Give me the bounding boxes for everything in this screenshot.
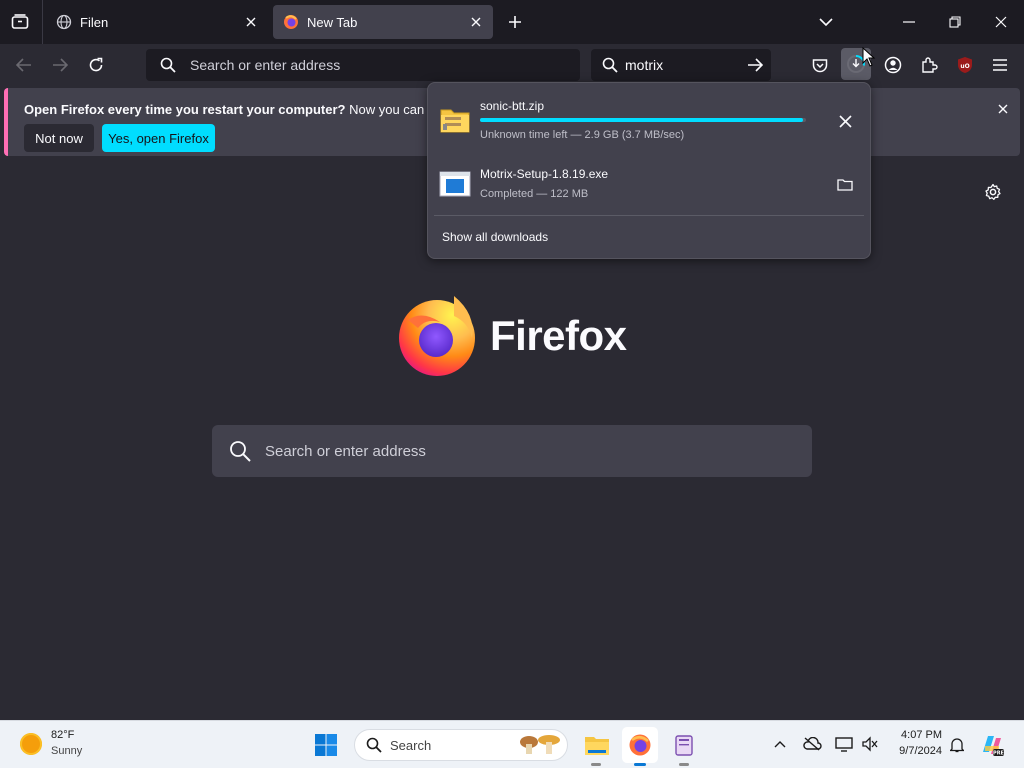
weather-description[interactable]: Sunny [51, 745, 82, 757]
show-all-downloads-link[interactable]: Show all downloads [442, 230, 548, 244]
mushroom-search-highlight-icon [517, 734, 561, 756]
newtab-search-input[interactable]: Search or enter address [212, 425, 812, 477]
download-status: Completed — 122 MB [480, 188, 589, 200]
notification-bell-icon[interactable] [946, 734, 968, 756]
tab-strip: Filen New Tab [0, 0, 1024, 44]
search-icon [158, 55, 178, 75]
chevron-up-icon[interactable] [771, 735, 789, 753]
mouse-cursor-icon [862, 46, 876, 67]
tab-title: Filen [80, 14, 109, 30]
tab-new-tab[interactable]: New Tab [273, 5, 493, 39]
reload-icon[interactable] [84, 54, 108, 76]
newtab-search-placeholder: Search or enter address [265, 442, 426, 460]
tab-title: New Tab [307, 14, 358, 30]
volume-muted-icon[interactable] [859, 734, 881, 754]
search-icon [365, 736, 383, 754]
zip-file-icon [440, 105, 470, 133]
search-query: motrix [625, 57, 664, 73]
download-filename: Motrix-Setup-1.8.19.exe [480, 167, 609, 181]
search-icon [601, 55, 619, 75]
close-tab-icon[interactable] [242, 13, 260, 31]
svg-text:uO: uO [960, 63, 969, 70]
firefox-icon [283, 14, 299, 30]
windows-start-icon[interactable] [313, 732, 339, 758]
download-filename: sonic-btt.zip [480, 99, 545, 113]
url-placeholder: Search or enter address [190, 57, 341, 73]
back-icon[interactable] [12, 54, 36, 76]
open-folder-icon[interactable] [834, 173, 856, 195]
clock-time[interactable]: 4:07 PM [880, 729, 942, 741]
active-indicator [634, 763, 646, 766]
file-explorer-icon[interactable] [582, 730, 612, 760]
list-all-tabs-icon[interactable] [8, 11, 32, 33]
running-indicator [679, 763, 689, 766]
cancel-download-icon[interactable] [834, 110, 856, 132]
copilot-icon[interactable]: PRE [978, 731, 1006, 759]
firefox-wordmark: Firefox [490, 312, 627, 359]
notification-message: Open Firefox every time you restart your… [24, 102, 428, 117]
chevron-down-icon[interactable] [814, 11, 838, 33]
ublock-origin-icon[interactable]: uO [953, 54, 977, 76]
minimize-icon[interactable] [896, 11, 922, 33]
not-now-button[interactable]: Not now [24, 124, 94, 152]
notification-bold-text: Open Firefox every time you restart your… [24, 102, 346, 117]
close-window-icon[interactable] [988, 11, 1014, 33]
extensions-icon[interactable] [917, 54, 941, 76]
globe-icon [56, 14, 72, 30]
exe-file-icon [439, 171, 471, 197]
download-item[interactable]: sonic-btt.zip Unknown time left — 2.9 GB… [434, 91, 864, 149]
hamburger-menu-icon[interactable] [988, 54, 1012, 76]
tab-divider [42, 0, 43, 44]
gear-icon[interactable] [980, 180, 1006, 204]
sun-weather-icon [20, 733, 42, 755]
clock-date[interactable]: 9/7/2024 [880, 745, 942, 757]
weather-temperature[interactable]: 82°F [51, 729, 74, 741]
search-icon [228, 439, 252, 463]
network-icon[interactable] [833, 734, 855, 754]
search-bar[interactable]: motrix [591, 49, 771, 81]
notepad-app-icon[interactable] [669, 730, 699, 760]
svg-text:PRE: PRE [993, 751, 1005, 757]
forward-icon[interactable] [48, 54, 72, 76]
restore-icon[interactable] [942, 11, 968, 33]
close-notification-icon[interactable] [992, 98, 1014, 120]
firefox-logo-icon [396, 292, 478, 378]
tab-filen[interactable]: Filen [46, 5, 268, 39]
download-progress-fill [480, 118, 803, 122]
download-item[interactable]: Motrix-Setup-1.8.19.exe Completed — 122 … [434, 159, 864, 211]
notification-body-text: Now you can set Fire [349, 102, 428, 117]
account-icon[interactable] [881, 54, 905, 76]
windows-taskbar: 82°F Sunny Search 4:07 PM 9/7/2024 PRE [0, 720, 1024, 768]
downloads-panel: sonic-btt.zip Unknown time left — 2.9 GB… [427, 82, 871, 259]
taskbar-search-box[interactable]: Search [354, 729, 568, 761]
new-tab-icon[interactable] [503, 11, 527, 33]
panel-divider [434, 215, 864, 216]
firefox-taskbar-icon[interactable] [622, 727, 658, 763]
close-tab-icon[interactable] [467, 13, 485, 31]
taskbar-search-label: Search [390, 737, 432, 753]
running-indicator [591, 763, 601, 766]
go-arrow-icon[interactable] [745, 55, 765, 75]
pocket-icon[interactable] [808, 54, 832, 76]
download-progress-bar [480, 118, 806, 122]
url-bar[interactable]: Search or enter address [146, 49, 580, 81]
download-status: Unknown time left — 2.9 GB (3.7 MB/sec) [480, 129, 685, 141]
onedrive-offline-icon[interactable] [801, 734, 823, 754]
open-firefox-button[interactable]: Yes, open Firefox [102, 124, 215, 152]
